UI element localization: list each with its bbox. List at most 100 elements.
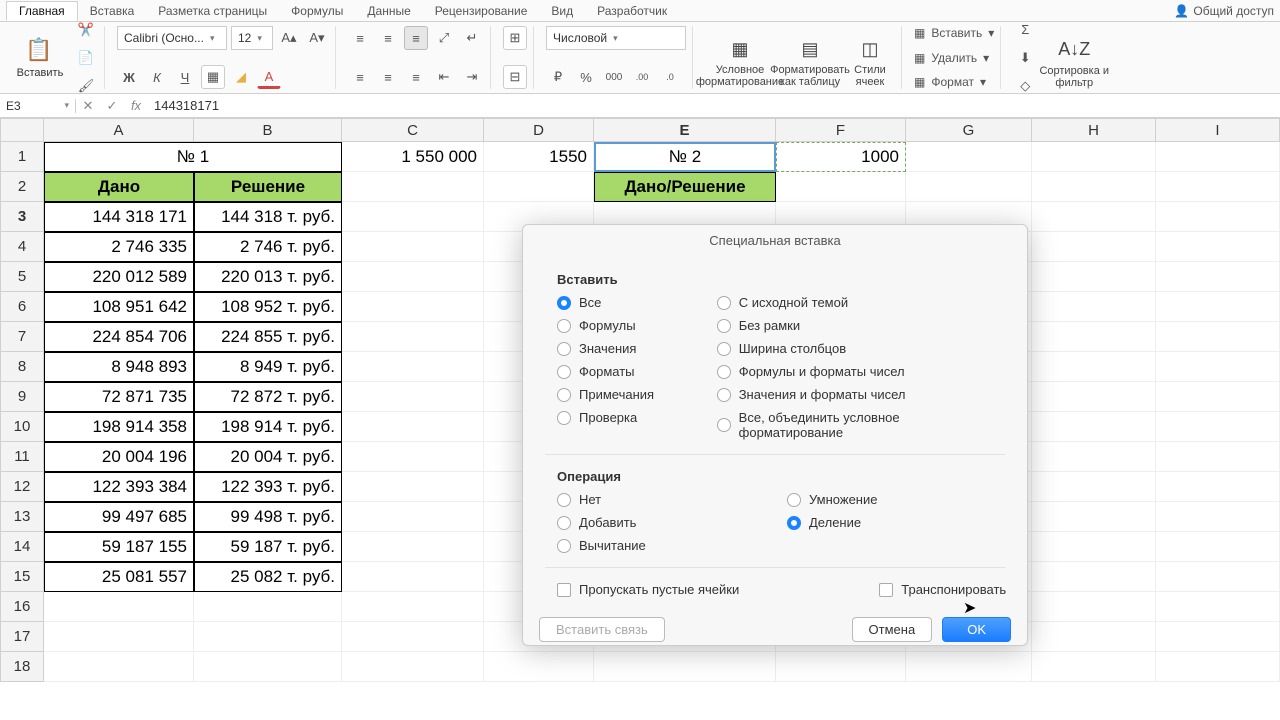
cell[interactable] [194,592,342,622]
col-header-D[interactable]: D [484,118,594,142]
tab-developer[interactable]: Разработчик [585,2,679,20]
cell[interactable] [342,622,484,652]
cell[interactable] [1156,352,1280,382]
sort-filter-button[interactable]: A↓ZСортировка и фильтр [1037,27,1111,89]
col-header-E[interactable]: E [594,118,776,142]
cell[interactable] [342,442,484,472]
cell[interactable] [776,172,906,202]
paste-radio[interactable]: Все, объединить условное форматирование [717,410,1007,440]
row-header-8[interactable]: 8 [0,352,44,382]
cell-styles-button[interactable]: ◫Стили ячеек [845,26,895,88]
cell[interactable] [1156,172,1280,202]
op-radio[interactable]: Добавить [557,515,767,530]
col-header-I[interactable]: I [1156,118,1280,142]
cell[interactable]: 25 081 557 [44,562,194,592]
cell[interactable] [44,622,194,652]
cancel-formula-icon[interactable]: ✕ [76,98,100,114]
paste-radio[interactable]: Значения и форматы чисел [717,387,1007,402]
col-header-C[interactable]: C [342,118,484,142]
align-left-icon[interactable]: ≡ [348,65,372,89]
row-header-5[interactable]: 5 [0,262,44,292]
merge-button[interactable]: ⊞ [503,26,527,50]
paste-radio[interactable]: Значения [557,341,697,356]
paste-radio[interactable]: Форматы [557,364,697,379]
cell[interactable]: № 2 [594,142,776,172]
ok-button[interactable]: OK [942,617,1011,642]
cell[interactable] [342,262,484,292]
op-radio[interactable]: Нет [557,492,767,507]
accept-formula-icon[interactable]: ✓ [100,98,124,114]
cell[interactable] [484,652,594,682]
col-header-B[interactable]: B [194,118,342,142]
cell[interactable] [906,172,1032,202]
col-header-F[interactable]: F [776,118,906,142]
tab-review[interactable]: Рецензирование [423,2,540,20]
cell[interactable] [1032,172,1156,202]
indent-inc-icon[interactable]: ⇥ [460,65,484,89]
format-table-button[interactable]: ▤Форматировать как таблицу [775,26,845,88]
cell[interactable] [194,622,342,652]
cell[interactable] [1156,592,1280,622]
cell[interactable]: 144 318 171 [44,202,194,232]
autosum-icon[interactable]: Σ [1013,18,1037,42]
cell[interactable] [1032,322,1156,352]
paste-radio[interactable]: Формулы и форматы чисел [717,364,1007,379]
cell[interactable]: 122 393 т. руб. [194,472,342,502]
cell[interactable] [1032,142,1156,172]
indent-dec-icon[interactable]: ⇤ [432,65,456,89]
cell[interactable] [44,592,194,622]
tab-formulas[interactable]: Формулы [279,2,355,20]
cell[interactable] [1032,202,1156,232]
merge-dd[interactable]: ⊟ [503,65,527,89]
cell[interactable] [1156,322,1280,352]
tab-data[interactable]: Данные [355,2,422,20]
cell[interactable] [342,562,484,592]
cell[interactable] [1156,502,1280,532]
cell[interactable] [342,322,484,352]
cell[interactable]: 99 498 т. руб. [194,502,342,532]
cell[interactable] [1156,472,1280,502]
cell[interactable]: 20 004 т. руб. [194,442,342,472]
row-header-15[interactable]: 15 [0,562,44,592]
border-button[interactable]: ▦ [201,65,225,89]
cell[interactable]: 220 013 т. руб. [194,262,342,292]
cell[interactable]: Дано [44,172,194,202]
cell[interactable] [342,472,484,502]
op-radio[interactable]: Умножение [787,492,877,507]
cell[interactable] [1032,532,1156,562]
row-header-16[interactable]: 16 [0,592,44,622]
transpose-check[interactable]: Транспонировать [879,582,1006,597]
col-header-G[interactable]: G [906,118,1032,142]
paste-radio[interactable]: Без рамки [717,318,1007,333]
cell[interactable]: 220 012 589 [44,262,194,292]
cell[interactable] [1156,292,1280,322]
cell[interactable] [1156,142,1280,172]
align-center-icon[interactable]: ≡ [376,65,400,89]
tab-layout[interactable]: Разметка страницы [146,2,279,20]
cell[interactable]: 99 497 685 [44,502,194,532]
cell[interactable]: 198 914 т. руб. [194,412,342,442]
paste-radio[interactable]: Проверка [557,410,697,425]
dec-decimal-icon[interactable]: .0 [658,65,682,89]
cell[interactable]: 20 004 196 [44,442,194,472]
cell[interactable]: 25 082 т. руб. [194,562,342,592]
cell[interactable] [1032,262,1156,292]
cell[interactable] [1156,382,1280,412]
cell[interactable] [342,652,484,682]
cell[interactable] [1032,652,1156,682]
row-header-4[interactable]: 4 [0,232,44,262]
cell[interactable] [1156,412,1280,442]
cell[interactable] [1032,472,1156,502]
row-header-6[interactable]: 6 [0,292,44,322]
orientation-icon[interactable]: ⤢ [432,26,456,50]
cell[interactable]: 1000 [776,142,906,172]
cell[interactable]: 108 951 642 [44,292,194,322]
paste-radio[interactable]: Формулы [557,318,697,333]
cell[interactable] [1032,562,1156,592]
underline-button[interactable]: Ч [173,65,197,89]
grow-font-icon[interactable]: A▴ [277,26,301,50]
format-cells-button[interactable]: ▦ Формат ▾ [914,75,994,89]
cell[interactable] [1032,352,1156,382]
cell[interactable]: 1550 [484,142,594,172]
tab-home[interactable]: Главная [6,1,78,21]
